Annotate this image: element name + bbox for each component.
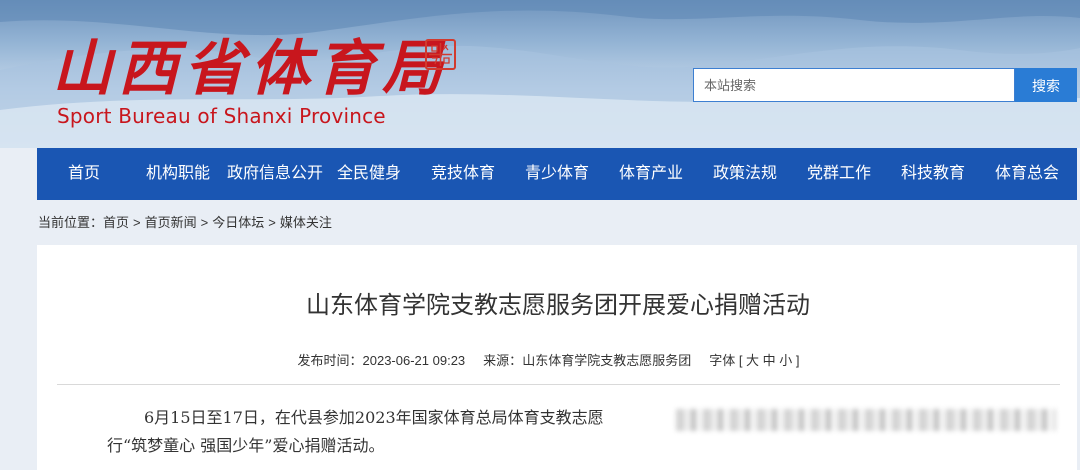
- red-seal-icon: [425, 39, 456, 70]
- article-paragraph-line: 行“筑梦童心 强国少年”爱心捐赠活动。: [107, 436, 385, 455]
- logo-chinese-title[interactable]: 山西省体育局: [52, 34, 448, 104]
- article-title: 山东体育学院支教志愿服务团开展爱心捐赠活动: [306, 292, 810, 319]
- meta-divider: [57, 384, 1060, 385]
- breadcrumb-label: 当前位置：: [38, 215, 104, 230]
- published-date: 2023-06-21 09:23: [362, 353, 466, 368]
- published-label: 发布时间：: [297, 353, 363, 368]
- nav-item-organization[interactable]: 机构职能: [146, 148, 210, 200]
- breadcrumb-item-sports-today[interactable]: 今日体坛: [212, 213, 264, 233]
- nav-item-policy[interactable]: 政策法规: [713, 148, 777, 200]
- font-size-control[interactable]: 字体 [ 大 中 小 ]: [709, 351, 799, 371]
- breadcrumb-item-home[interactable]: 首页: [103, 213, 129, 233]
- source-value: 山东体育学院支教志愿服务团: [522, 353, 692, 368]
- logo-english-title: Sport Bureau of Shanxi Province: [57, 104, 386, 128]
- breadcrumb-separator: >: [200, 215, 209, 230]
- blurred-text-overlay: [676, 409, 1056, 431]
- nav-item-federation[interactable]: 体育总会: [995, 148, 1059, 200]
- source-label: 来源：: [483, 353, 523, 368]
- nav-item-youth[interactable]: 青少体育: [525, 148, 589, 200]
- search-button[interactable]: 搜索: [1015, 68, 1077, 102]
- breadcrumb-item-news[interactable]: 首页新闻: [145, 213, 197, 233]
- nav-item-party[interactable]: 党群工作: [807, 148, 871, 200]
- article-meta: 发布时间：2023-06-21 09:23 来源：山东体育学院支教志愿服务团 字体 …: [0, 351, 1080, 371]
- nav-item-science[interactable]: 科技教育: [901, 148, 965, 200]
- nav-item-gov-info[interactable]: 政府信息公开: [227, 148, 323, 200]
- breadcrumb-separator: >: [133, 215, 141, 230]
- nav-item-competitive[interactable]: 竞技体育: [431, 148, 495, 200]
- breadcrumb: 当前位置：首页 > 首页新闻 > 今日体坛 > 媒体关注: [38, 213, 332, 233]
- nav-item-fitness[interactable]: 全民健身: [337, 148, 401, 200]
- site-header: 山西省体育局 Sport Bureau of Shanxi Province 搜…: [0, 0, 1080, 148]
- nav-item-industry[interactable]: 体育产业: [619, 148, 683, 200]
- nav-item-home[interactable]: 首页: [68, 148, 100, 200]
- search-input[interactable]: [693, 68, 1015, 102]
- breadcrumb-separator: >: [268, 215, 276, 230]
- main-navigation: 首页 机构职能 政府信息公开 全民健身 竞技体育 青少体育 体育产业 政策法规 …: [37, 148, 1077, 200]
- breadcrumb-item-media[interactable]: 媒体关注: [280, 213, 332, 233]
